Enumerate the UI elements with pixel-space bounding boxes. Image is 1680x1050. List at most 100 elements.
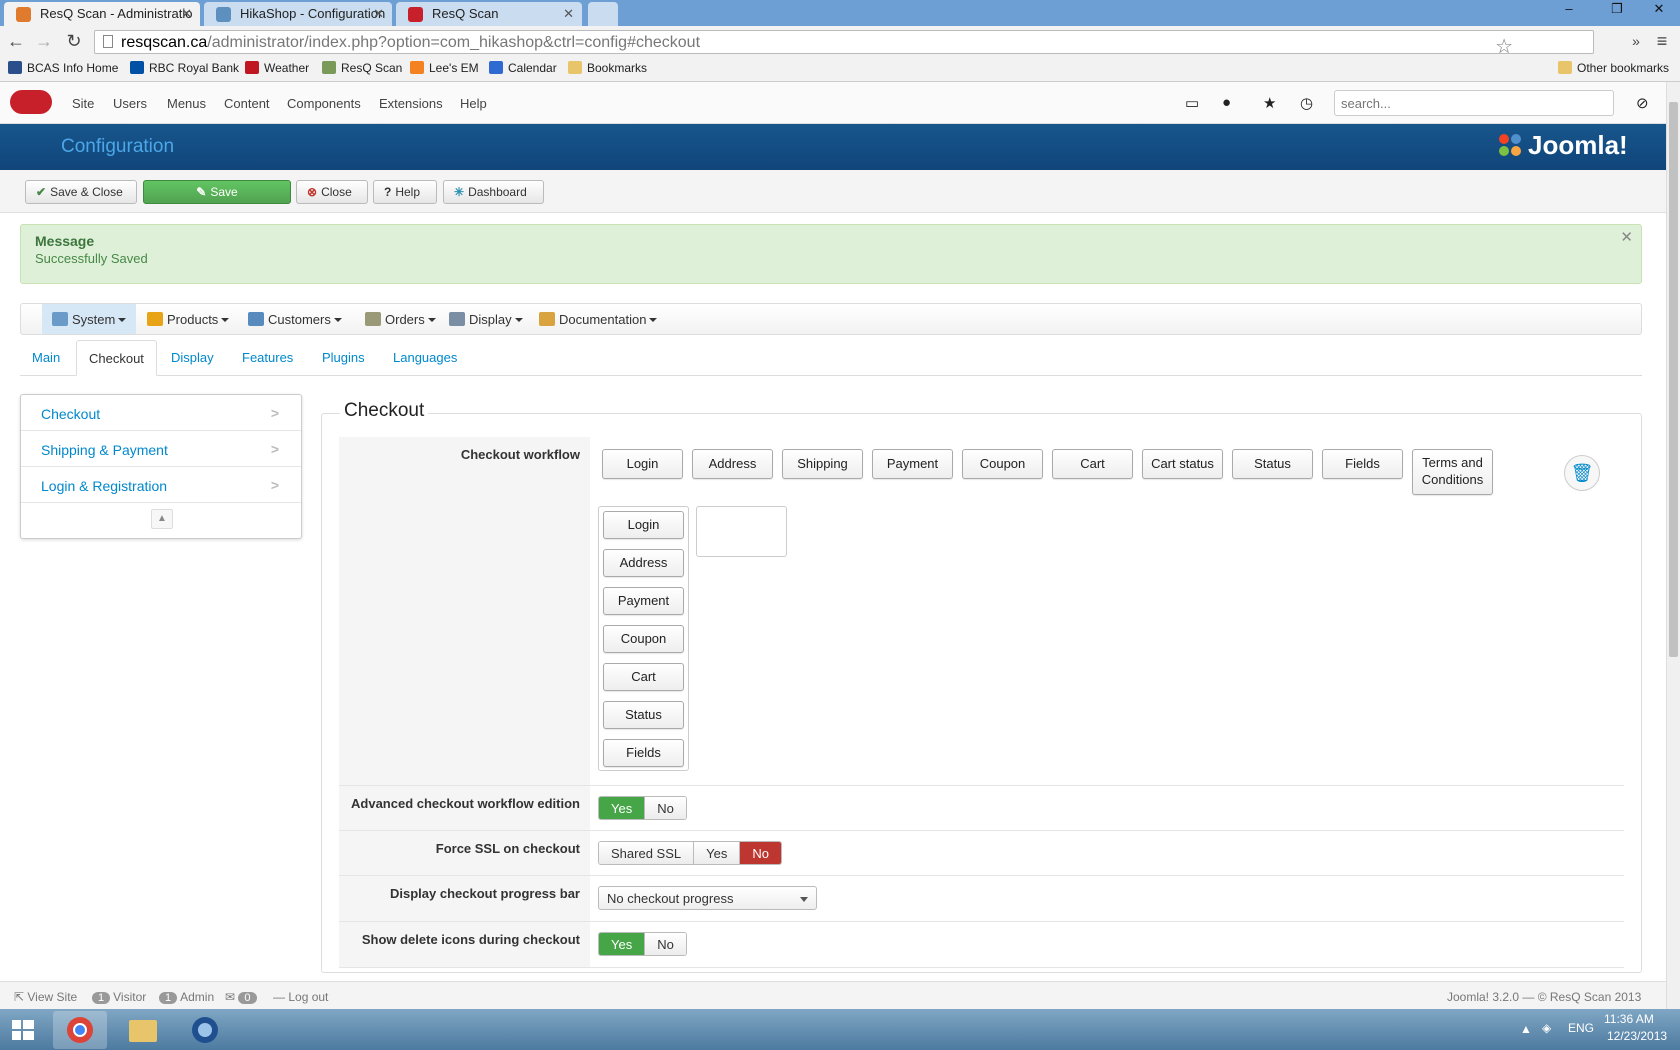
- step-payment[interactable]: Payment: [603, 587, 684, 615]
- option-no[interactable]: No: [740, 842, 781, 864]
- close-tab-icon[interactable]: ✕: [181, 6, 192, 22]
- scroll-top-icon[interactable]: ▲: [151, 509, 173, 529]
- other-bookmarks[interactable]: Other bookmarks: [1558, 61, 1669, 75]
- menu-help[interactable]: Help: [460, 96, 487, 111]
- chrome-taskbar-icon[interactable]: [53, 1011, 107, 1049]
- bookmark-rbc[interactable]: RBC Royal Bank: [130, 61, 239, 75]
- workflow-item-status[interactable]: Status: [1232, 449, 1313, 479]
- view-site-link[interactable]: ⇱ View Site: [14, 990, 77, 1004]
- step-login[interactable]: Login: [603, 511, 684, 539]
- advanced-workflow-toggle[interactable]: Yes No: [598, 796, 687, 820]
- chrome-menu-icon[interactable]: ≡: [1650, 30, 1674, 54]
- hika-menu-orders[interactable]: Orders: [355, 304, 446, 334]
- force-ssl-toggle[interactable]: Shared SSL Yes No: [598, 841, 782, 865]
- help-button[interactable]: ? Help: [373, 180, 437, 204]
- bookmark-weather[interactable]: Weather: [245, 61, 309, 75]
- window-close-icon[interactable]: ✕: [1644, 0, 1674, 20]
- new-tab-button[interactable]: [588, 2, 618, 26]
- bookmark-bcas[interactable]: BCAS Info Home: [8, 61, 118, 75]
- scrollbar-thumb[interactable]: [1669, 102, 1678, 657]
- option-yes[interactable]: Yes: [599, 933, 646, 955]
- save-button[interactable]: ✎ Save: [143, 180, 291, 204]
- site-logo[interactable]: [10, 90, 52, 114]
- checkin-icon[interactable]: ⊘: [1636, 94, 1649, 112]
- clock-date[interactable]: 12/23/2013: [1607, 1029, 1667, 1043]
- tab-plugins[interactable]: Plugins: [310, 340, 377, 376]
- option-no[interactable]: No: [645, 797, 686, 819]
- bookmark-resq[interactable]: ResQ Scan: [322, 61, 402, 75]
- option-shared-ssl[interactable]: Shared SSL: [599, 842, 695, 864]
- workflow-item-cart[interactable]: Cart: [1052, 449, 1133, 479]
- hika-menu-display[interactable]: Display: [439, 304, 533, 334]
- step-address[interactable]: Address: [603, 549, 684, 577]
- forward-arrow-icon[interactable]: →: [32, 30, 56, 54]
- menu-extensions[interactable]: Extensions: [379, 96, 443, 111]
- bookmark-folder[interactable]: Bookmarks: [568, 61, 647, 75]
- step-coupon[interactable]: Coupon: [603, 625, 684, 653]
- workflow-item-fields[interactable]: Fields: [1322, 449, 1403, 479]
- page-scrollbar[interactable]: [1666, 82, 1680, 1009]
- option-yes[interactable]: Yes: [694, 842, 741, 864]
- sidenav-item-login-registration[interactable]: Login & Registration >: [21, 467, 301, 503]
- star-icon[interactable]: ★: [1263, 94, 1276, 112]
- workflow-item-address[interactable]: Address: [692, 449, 773, 479]
- clock-time[interactable]: 11:36 AM: [1604, 1012, 1654, 1026]
- step-cart[interactable]: Cart: [603, 663, 684, 691]
- tab-main[interactable]: Main: [20, 340, 72, 376]
- workflow-item-cart-status[interactable]: Cart status: [1142, 449, 1223, 479]
- hika-menu-customers[interactable]: Customers: [238, 304, 352, 334]
- browser-tab-admin[interactable]: ResQ Scan - Administratio ✕: [4, 2, 200, 26]
- hika-menu-products[interactable]: Products: [137, 304, 239, 334]
- menu-menus[interactable]: Menus: [167, 96, 206, 111]
- workflow-item-shipping[interactable]: Shipping: [782, 449, 863, 479]
- clock-icon[interactable]: ◷: [1300, 94, 1313, 112]
- explorer-taskbar-icon[interactable]: [116, 1011, 170, 1049]
- tab-features[interactable]: Features: [230, 340, 305, 376]
- bookmark-star-icon[interactable]: ☆: [1495, 34, 1513, 59]
- minimize-icon[interactable]: –: [1554, 0, 1584, 20]
- reload-icon[interactable]: ↻: [62, 30, 86, 54]
- back-arrow-icon[interactable]: ←: [4, 30, 28, 54]
- menu-site[interactable]: Site: [72, 96, 94, 111]
- bookmark-calendar[interactable]: Calendar: [489, 61, 557, 75]
- save-close-button[interactable]: ✔ Save & Close: [25, 180, 137, 204]
- messages-count[interactable]: ✉ 0: [225, 990, 260, 1004]
- workflow-item-terms[interactable]: Terms and Conditions: [1412, 449, 1493, 495]
- step-fields[interactable]: Fields: [603, 739, 684, 767]
- close-tab-icon[interactable]: ✕: [373, 6, 384, 22]
- monitor-icon[interactable]: ▭: [1185, 94, 1199, 112]
- browser-tab-hikashop[interactable]: HikaShop - Configuration ✕: [204, 2, 392, 26]
- option-no[interactable]: No: [645, 933, 686, 955]
- browser-tab-resq[interactable]: ResQ Scan ✕: [396, 2, 582, 26]
- trash-icon[interactable]: 🗑: [1564, 455, 1600, 491]
- step-status[interactable]: Status: [603, 701, 684, 729]
- option-yes[interactable]: Yes: [599, 797, 646, 819]
- workflow-empty-column[interactable]: [696, 506, 787, 557]
- dashboard-button[interactable]: ✳ Dashboard: [443, 180, 544, 204]
- tab-checkout[interactable]: Checkout: [76, 340, 157, 376]
- tab-display[interactable]: Display: [159, 340, 226, 376]
- admin-search-input[interactable]: [1334, 90, 1614, 116]
- menu-components[interactable]: Components: [287, 96, 361, 111]
- address-bar[interactable]: resqscan.ca/administrator/index.php?opti…: [94, 30, 1594, 58]
- sidenav-item-checkout[interactable]: Checkout >: [21, 395, 301, 431]
- delete-icons-toggle[interactable]: Yes No: [598, 932, 687, 956]
- extensions-overflow-icon[interactable]: »: [1624, 30, 1648, 54]
- workflow-item-payment[interactable]: Payment: [872, 449, 953, 479]
- user-icon[interactable]: ●: [1222, 94, 1231, 111]
- progress-bar-select[interactable]: No checkout progress: [598, 886, 817, 910]
- close-button[interactable]: ⊗ Close: [296, 180, 368, 204]
- workflow-item-coupon[interactable]: Coupon: [962, 449, 1043, 479]
- start-button-icon[interactable]: [0, 1011, 46, 1049]
- hika-menu-documentation[interactable]: Documentation: [529, 304, 667, 334]
- close-tab-icon[interactable]: ✕: [563, 6, 574, 22]
- tab-languages[interactable]: Languages: [381, 340, 469, 376]
- bookmark-lees-em[interactable]: Lee's EM: [410, 61, 479, 75]
- logout-link[interactable]: — Log out: [273, 990, 328, 1004]
- thunderbird-taskbar-icon[interactable]: [178, 1011, 232, 1049]
- hika-menu-system[interactable]: System: [42, 304, 137, 334]
- menu-users[interactable]: Users: [113, 96, 147, 111]
- tray-arrow-icon[interactable]: ▲: [1520, 1022, 1532, 1036]
- workflow-item-login[interactable]: Login: [602, 449, 683, 479]
- restore-icon[interactable]: ❐: [1602, 0, 1632, 20]
